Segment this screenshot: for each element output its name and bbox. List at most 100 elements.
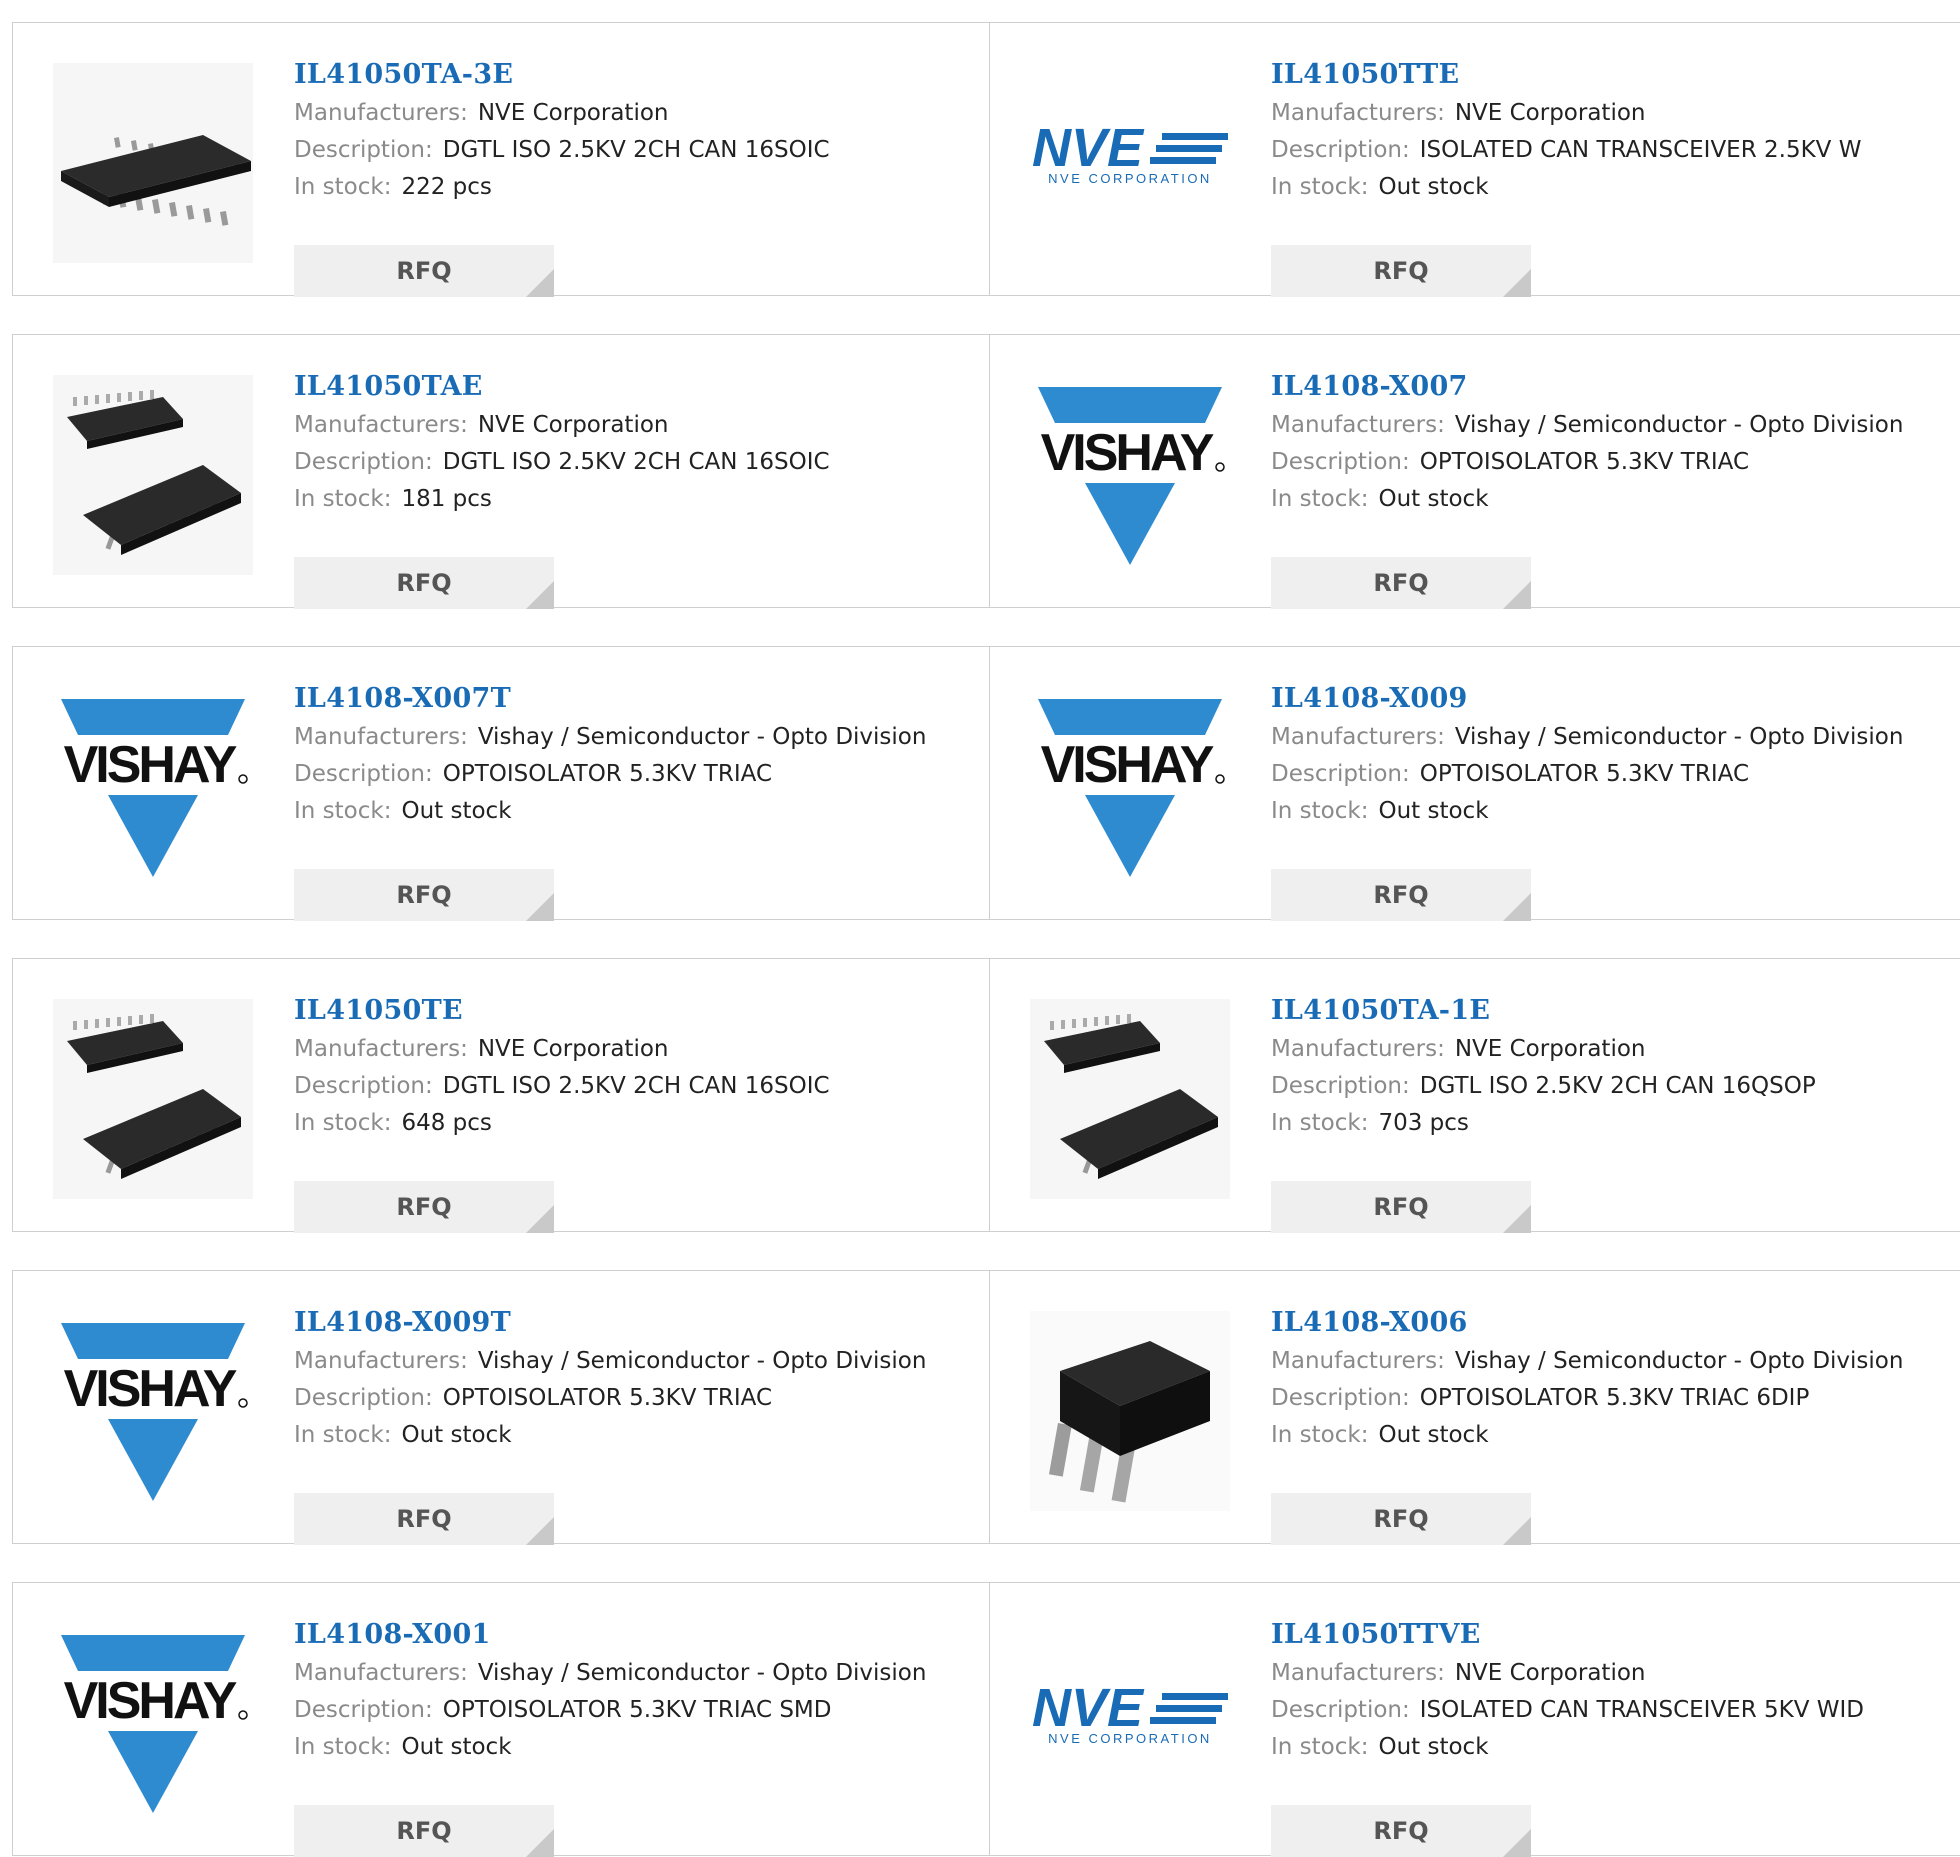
product-info: IL41050TAE Manufacturers: NVE Corporation… bbox=[294, 367, 981, 609]
in-stock-label: In stock: bbox=[294, 174, 392, 200]
description-label: Description: bbox=[1271, 449, 1410, 475]
corner-triangle-icon bbox=[1503, 893, 1531, 921]
manufacturer-row: Manufacturers: NVE Corporation bbox=[1271, 95, 1955, 132]
part-number-link[interactable]: IL4108-X006 bbox=[1271, 1303, 1955, 1343]
rfq-button[interactable]: RFQ bbox=[294, 1181, 554, 1233]
vishay-logo-icon: VISHAY bbox=[61, 699, 248, 877]
part-number-link[interactable]: IL4108-X009T bbox=[294, 1303, 981, 1343]
stock-row: In stock: 648 pcs bbox=[294, 1105, 981, 1142]
manufacturers-label: Manufacturers: bbox=[294, 1660, 468, 1686]
manufacturers-label: Manufacturers: bbox=[294, 100, 468, 126]
manufacturer-row: Manufacturers: NVE Corporation bbox=[1271, 1031, 1955, 1068]
description-row: Description: OPTOISOLATOR 5.3KV TRIAC bbox=[1271, 756, 1955, 793]
manufacturers-label: Manufacturers: bbox=[294, 1348, 468, 1374]
part-number-link[interactable]: IL41050TTE bbox=[1271, 55, 1955, 95]
description-value: OPTOISOLATOR 5.3KV TRIAC bbox=[1419, 449, 1750, 475]
rfq-button[interactable]: RFQ bbox=[1271, 1493, 1531, 1545]
part-number-link[interactable]: IL4108-X009 bbox=[1271, 679, 1955, 719]
product-image[interactable] bbox=[1030, 999, 1230, 1199]
part-number-link[interactable]: IL4108-X007 bbox=[1271, 367, 1955, 407]
rfq-button[interactable]: RFQ bbox=[1271, 869, 1531, 921]
product-image[interactable]: VISHAY bbox=[53, 1623, 253, 1823]
rfq-button[interactable]: RFQ bbox=[294, 557, 554, 609]
product-image[interactable] bbox=[53, 999, 253, 1199]
rfq-button[interactable]: RFQ bbox=[1271, 1181, 1531, 1233]
rfq-button[interactable]: RFQ bbox=[1271, 245, 1531, 297]
manufacturers-label: Manufacturers: bbox=[1271, 100, 1445, 126]
manufacturer-row: Manufacturers: Vishay / Semiconductor - O… bbox=[294, 1655, 981, 1692]
product-image[interactable] bbox=[1030, 1311, 1230, 1511]
corner-triangle-icon bbox=[526, 1205, 554, 1233]
in-stock-label: In stock: bbox=[1271, 1422, 1369, 1448]
product-image[interactable] bbox=[53, 63, 253, 263]
part-number-link[interactable]: IL41050TE bbox=[294, 991, 981, 1031]
description-label: Description: bbox=[1271, 1073, 1410, 1099]
part-number-link[interactable]: IL4108-X001 bbox=[294, 1615, 981, 1655]
rfq-button[interactable]: RFQ bbox=[1271, 1805, 1531, 1857]
chip-dip-icon bbox=[1030, 1311, 1230, 1511]
corner-triangle-icon bbox=[1503, 269, 1531, 297]
product-info: IL4108-X001 Manufacturers: Vishay / Semic… bbox=[294, 1615, 981, 1857]
rfq-label: RFQ bbox=[396, 1817, 452, 1845]
rfq-button[interactable]: RFQ bbox=[294, 869, 554, 921]
stock-row: In stock: Out stock bbox=[294, 1729, 981, 1766]
description-label: Description: bbox=[294, 137, 433, 163]
manufacturer-value: Vishay / Semiconductor - Opto Division bbox=[477, 1348, 927, 1374]
part-number-link[interactable]: IL41050TTVE bbox=[1271, 1615, 1955, 1655]
description-value: ISOLATED CAN TRANSCEIVER 2.5KV W bbox=[1419, 137, 1862, 163]
description-label: Description: bbox=[294, 1385, 433, 1411]
manufacturer-row: Manufacturers: Vishay / Semiconductor - O… bbox=[294, 719, 981, 756]
manufacturer-row: Manufacturers: Vishay / Semiconductor - O… bbox=[1271, 1343, 1955, 1380]
rfq-button[interactable]: RFQ bbox=[294, 1493, 554, 1545]
product-image[interactable]: VISHAY bbox=[53, 687, 253, 887]
manufacturers-label: Manufacturers: bbox=[294, 1036, 468, 1062]
description-value: OPTOISOLATOR 5.3KV TRIAC bbox=[1419, 761, 1750, 787]
nve-logo-icon: NVE NVE CORPORATION bbox=[1032, 118, 1228, 186]
product-card: VISHAY IL4108-X009T Manufacturers: Vishay… bbox=[12, 1270, 990, 1545]
stock-row: In stock: Out stock bbox=[294, 793, 981, 830]
manufacturer-value: NVE Corporation bbox=[1454, 1036, 1646, 1062]
svg-text:VISHAY: VISHAY bbox=[64, 1672, 237, 1730]
rfq-button[interactable]: RFQ bbox=[1271, 557, 1531, 609]
stock-value: Out stock bbox=[401, 798, 512, 824]
rfq-button[interactable]: RFQ bbox=[294, 245, 554, 297]
description-row: Description: OPTOISOLATOR 5.3KV TRIAC bbox=[1271, 444, 1955, 481]
svg-text:VISHAY: VISHAY bbox=[1041, 736, 1214, 794]
vishay-logo-icon: VISHAY bbox=[61, 1323, 248, 1501]
product-image[interactable]: VISHAY bbox=[53, 1311, 253, 1511]
part-number-link[interactable]: IL4108-X007T bbox=[294, 679, 981, 719]
product-image[interactable]: NVE NVE CORPORATION bbox=[1030, 1623, 1230, 1823]
part-number-link[interactable]: IL41050TAE bbox=[294, 367, 981, 407]
description-value: OPTOISOLATOR 5.3KV TRIAC SMD bbox=[442, 1697, 832, 1723]
description-label: Description: bbox=[294, 761, 433, 787]
part-number-link[interactable]: IL41050TA-1E bbox=[1271, 991, 1955, 1031]
description-row: Description: OPTOISOLATOR 5.3KV TRIAC bbox=[294, 1380, 981, 1417]
product-image[interactable]: VISHAY bbox=[1030, 375, 1230, 575]
product-image[interactable]: VISHAY bbox=[1030, 687, 1230, 887]
part-number-link[interactable]: IL41050TA-3E bbox=[294, 55, 981, 95]
product-image[interactable]: NVE NVE CORPORATION bbox=[1030, 63, 1230, 263]
manufacturers-label: Manufacturers: bbox=[1271, 412, 1445, 438]
manufacturer-row: Manufacturers: Vishay / Semiconductor - O… bbox=[294, 1343, 981, 1380]
corner-triangle-icon bbox=[526, 269, 554, 297]
description-row: Description: DGTL ISO 2.5KV 2CH CAN 16SOI… bbox=[294, 1068, 981, 1105]
rfq-button[interactable]: RFQ bbox=[294, 1805, 554, 1857]
in-stock-label: In stock: bbox=[294, 1110, 392, 1136]
svg-text:NVE: NVE bbox=[1032, 1678, 1145, 1738]
product-card: IL41050TE Manufacturers: NVE Corporation … bbox=[12, 958, 990, 1233]
description-row: Description: DGTL ISO 2.5KV 2CH CAN 16SOI… bbox=[294, 132, 981, 169]
product-image[interactable] bbox=[53, 375, 253, 575]
rfq-label: RFQ bbox=[396, 1505, 452, 1533]
manufacturer-row: Manufacturers: NVE Corporation bbox=[1271, 1655, 1955, 1692]
description-row: Description: OPTOISOLATOR 5.3KV TRIAC SMD bbox=[294, 1692, 981, 1729]
manufacturer-row: Manufacturers: NVE Corporation bbox=[294, 95, 981, 132]
stock-value: 222 pcs bbox=[401, 174, 492, 200]
stock-row: In stock: Out stock bbox=[294, 1417, 981, 1454]
description-label: Description: bbox=[294, 1697, 433, 1723]
manufacturers-label: Manufacturers: bbox=[294, 724, 468, 750]
rfq-label: RFQ bbox=[1373, 881, 1429, 909]
stock-row: In stock: Out stock bbox=[1271, 793, 1955, 830]
rfq-label: RFQ bbox=[1373, 1193, 1429, 1221]
in-stock-label: In stock: bbox=[294, 1422, 392, 1448]
product-info: IL41050TA-3E Manufacturers: NVE Corporati… bbox=[294, 55, 981, 297]
